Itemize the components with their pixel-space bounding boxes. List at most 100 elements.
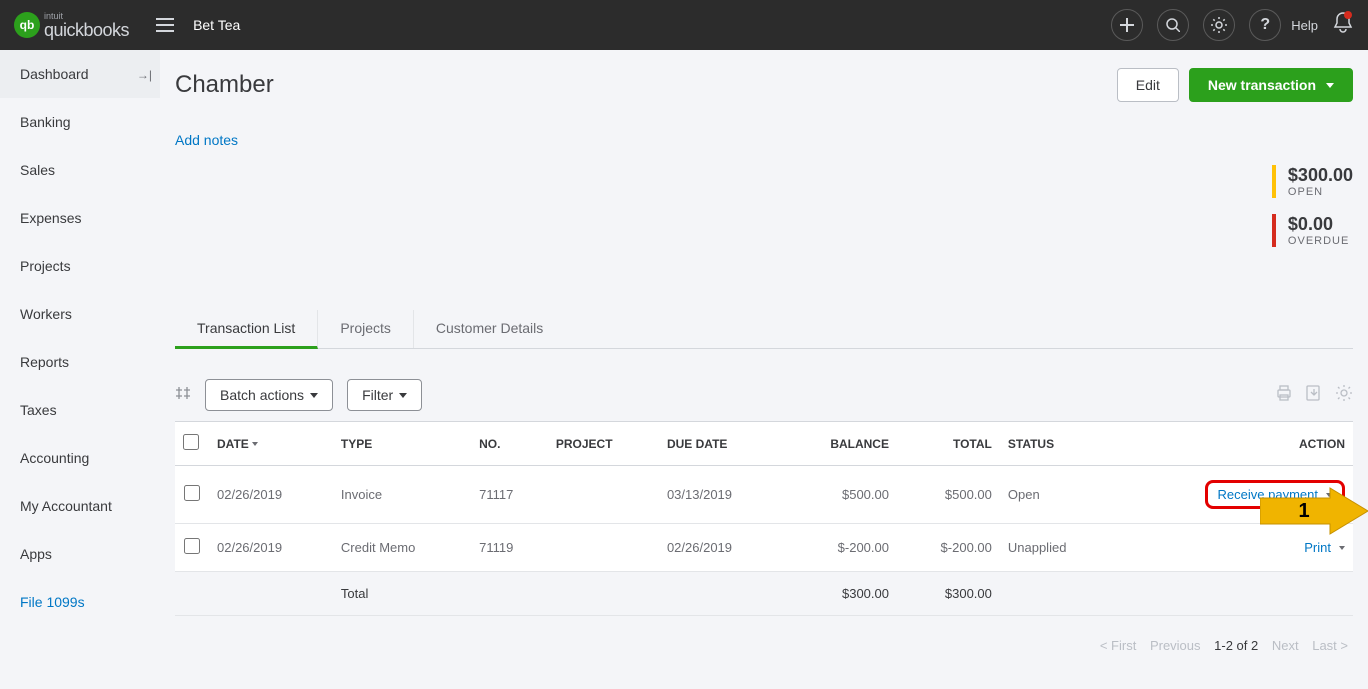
- new-transaction-button[interactable]: New transaction: [1189, 68, 1353, 102]
- col-type[interactable]: TYPE: [333, 422, 471, 466]
- sidebar-item-reports[interactable]: Reports: [0, 338, 160, 386]
- sidebar-item-label: Banking: [20, 114, 71, 130]
- col-date[interactable]: DATE: [209, 422, 333, 466]
- help-icon[interactable]: ?: [1249, 9, 1281, 41]
- col-action[interactable]: ACTION: [1114, 422, 1353, 466]
- tab-transaction-list[interactable]: Transaction List: [175, 310, 318, 349]
- cell-status: Unapplied: [1000, 524, 1114, 572]
- sidebar-item-file1099s[interactable]: File 1099s: [0, 578, 160, 626]
- print-action[interactable]: Print: [1304, 540, 1345, 555]
- sort-icon: [252, 442, 258, 446]
- cell-date: 02/26/2019: [209, 466, 333, 524]
- sidebar-item-dashboard[interactable]: Dashboard →|: [0, 50, 160, 98]
- sidebar-item-label: File 1099s: [20, 594, 85, 610]
- sidebar-item-expenses[interactable]: Expenses: [0, 194, 160, 242]
- col-status[interactable]: STATUS: [1000, 422, 1114, 466]
- summary-overdue-label: OVERDUE: [1288, 235, 1353, 247]
- pager-next[interactable]: Next: [1272, 638, 1299, 653]
- columns-icon[interactable]: [175, 385, 191, 406]
- help-label[interactable]: Help: [1291, 18, 1318, 33]
- sidebar-item-label: Sales: [20, 162, 55, 178]
- batch-actions-label: Batch actions: [220, 387, 304, 403]
- sidebar-item-taxes[interactable]: Taxes: [0, 386, 160, 434]
- sidebar-item-myaccountant[interactable]: My Accountant: [0, 482, 160, 530]
- col-total[interactable]: TOTAL: [897, 422, 1000, 466]
- action-label: Print: [1304, 540, 1331, 555]
- sidebar-item-label: Workers: [20, 306, 72, 322]
- sidebar-item-banking[interactable]: Banking: [0, 98, 160, 146]
- sidebar-item-label: Dashboard: [20, 66, 89, 82]
- notification-dot: [1344, 11, 1352, 19]
- annotation-highlight: Receive payment: [1205, 480, 1345, 509]
- col-balance[interactable]: BALANCE: [783, 422, 897, 466]
- notification-bell-icon[interactable]: [1332, 11, 1354, 40]
- print-icon[interactable]: [1275, 384, 1293, 407]
- total-total: $300.00: [897, 572, 1000, 616]
- col-project[interactable]: PROJECT: [548, 422, 659, 466]
- cell-total: $-200.00: [897, 524, 1000, 572]
- tab-customer-details[interactable]: Customer Details: [414, 310, 565, 348]
- table-row[interactable]: 02/26/2019 Invoice 71117 03/13/2019 $500…: [175, 466, 1353, 524]
- chevron-down-icon: [1326, 83, 1334, 88]
- chevron-down-icon: [1339, 546, 1345, 550]
- pager-range: 1-2 of 2: [1214, 638, 1258, 653]
- transaction-table: DATE TYPE NO. PROJECT DUE DATE BALANCE T…: [175, 421, 1353, 616]
- pager-first[interactable]: < First: [1100, 638, 1136, 653]
- plus-icon[interactable]: [1111, 9, 1143, 41]
- sidebar-item-label: Taxes: [20, 402, 57, 418]
- summary-open-label: OPEN: [1288, 186, 1353, 198]
- hamburger-icon[interactable]: [153, 13, 177, 37]
- summary-overdue-amount: $0.00: [1288, 214, 1353, 235]
- sidebar-item-sales[interactable]: Sales: [0, 146, 160, 194]
- col-no[interactable]: NO.: [471, 422, 548, 466]
- cell-type: Invoice: [333, 466, 471, 524]
- chevron-down-icon: [1326, 493, 1332, 497]
- sidebar-item-label: Expenses: [20, 210, 81, 226]
- settings-icon[interactable]: [1335, 384, 1353, 407]
- pager-prev[interactable]: Previous: [1150, 638, 1201, 653]
- export-icon[interactable]: [1305, 384, 1323, 407]
- gear-icon[interactable]: [1203, 9, 1235, 41]
- sidebar: Dashboard →| Banking Sales Expenses Proj…: [0, 50, 160, 689]
- company-name[interactable]: Bet Tea: [193, 17, 240, 33]
- search-icon[interactable]: [1157, 9, 1189, 41]
- total-label: Total: [333, 572, 471, 616]
- edit-button[interactable]: Edit: [1117, 68, 1179, 102]
- table-total-row: Total $300.00 $300.00: [175, 572, 1353, 616]
- cell-due: 02/26/2019: [659, 524, 783, 572]
- sidebar-item-workers[interactable]: Workers: [0, 290, 160, 338]
- batch-actions-dropdown[interactable]: Batch actions: [205, 379, 333, 411]
- cell-no: 71119: [471, 524, 548, 572]
- cell-project: [548, 466, 659, 524]
- cell-project: [548, 524, 659, 572]
- row-checkbox[interactable]: [184, 538, 200, 554]
- total-balance: $300.00: [783, 572, 897, 616]
- summary-open: $300.00 OPEN: [1272, 165, 1353, 198]
- chevron-down-icon: [310, 393, 318, 398]
- sidebar-item-label: My Accountant: [20, 498, 112, 514]
- cell-no: 71117: [471, 466, 548, 524]
- table-row[interactable]: 02/26/2019 Credit Memo 71119 02/26/2019 …: [175, 524, 1353, 572]
- action-label: Receive payment: [1218, 487, 1318, 502]
- add-notes-link[interactable]: Add notes: [175, 132, 238, 148]
- sidebar-item-projects[interactable]: Projects: [0, 242, 160, 290]
- tab-projects[interactable]: Projects: [318, 310, 414, 348]
- sidebar-item-apps[interactable]: Apps: [0, 530, 160, 578]
- sidebar-item-label: Reports: [20, 354, 69, 370]
- sidebar-collapse-icon[interactable]: →|: [137, 68, 152, 82]
- col-due[interactable]: DUE DATE: [659, 422, 783, 466]
- sidebar-item-label: Projects: [20, 258, 71, 274]
- cell-due: 03/13/2019: [659, 466, 783, 524]
- receive-payment-action[interactable]: Receive payment: [1218, 487, 1332, 502]
- select-all-checkbox[interactable]: [183, 434, 199, 450]
- sidebar-item-accounting[interactable]: Accounting: [0, 434, 160, 482]
- cell-status: Open: [1000, 466, 1114, 524]
- new-transaction-label: New transaction: [1208, 77, 1316, 93]
- filter-label: Filter: [362, 387, 393, 403]
- cell-total: $500.00: [897, 466, 1000, 524]
- sidebar-item-label: Apps: [20, 546, 52, 562]
- pager-last[interactable]: Last >: [1312, 638, 1348, 653]
- row-checkbox[interactable]: [184, 485, 200, 501]
- cell-type: Credit Memo: [333, 524, 471, 572]
- filter-dropdown[interactable]: Filter: [347, 379, 422, 411]
